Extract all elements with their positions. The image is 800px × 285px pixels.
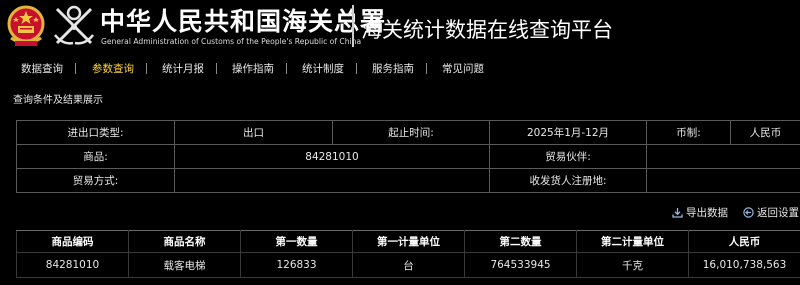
back-arrow-icon <box>743 207 754 218</box>
main-nav: 数据查询 参数查询 统计月报 操作指南 统计制度 服务指南 常见问题 <box>0 58 800 80</box>
trade-mode-value <box>174 168 490 193</box>
cell-first-quantity: 126833 <box>240 252 353 278</box>
download-icon <box>672 208 683 218</box>
cell-first-unit: 台 <box>352 252 465 278</box>
column-header-first-quantity[interactable]: 第一数量 <box>240 230 353 253</box>
cell-commodity-name: 载客电梯 <box>128 252 241 278</box>
nav-separator <box>426 63 427 74</box>
currency-label: 币制: <box>646 120 731 145</box>
cell-rmb-value: 16,010,738,563 <box>688 252 800 278</box>
nav-separator <box>216 63 217 74</box>
nav-item-monthly-report[interactable]: 统计月报 <box>162 61 204 76</box>
nav-separator <box>356 63 357 74</box>
back-to-settings-label: 返回设置 <box>757 207 799 219</box>
trade-partner-value <box>646 144 800 169</box>
criteria-row: 贸易方式: 收发货人注册地: <box>16 168 800 193</box>
results-header-row: 商品编码 商品名称 第一数量 第一计量单位 第二数量 第二计量单位 人民币 <box>16 230 800 253</box>
column-header-commodity-name[interactable]: 商品名称 <box>128 230 241 253</box>
cell-second-unit: 千克 <box>576 252 689 278</box>
period-label: 起止时间: <box>332 120 490 145</box>
trade-type-value: 出口 <box>174 120 333 145</box>
national-emblem-icon <box>7 5 45 46</box>
table-row: 84281010 载客电梯 126833 台 764533945 千克 16,0… <box>16 252 800 278</box>
customs-logo-icon <box>54 5 94 45</box>
nav-separator <box>146 63 147 74</box>
nav-item-operation-guide[interactable]: 操作指南 <box>232 61 274 76</box>
results-table: 商品编码 商品名称 第一数量 第一计量单位 第二数量 第二计量单位 人民币 84… <box>16 230 800 278</box>
trade-type-label: 进出口类型: <box>16 120 175 145</box>
nav-item-data-query[interactable]: 数据查询 <box>21 61 63 76</box>
trade-partner-label: 贸易伙伴: <box>489 144 647 169</box>
back-to-settings-button[interactable]: 返回设置 <box>743 205 799 220</box>
registration-place-value <box>646 168 800 193</box>
cell-second-quantity: 764533945 <box>464 252 577 278</box>
export-data-button[interactable]: 导出数据 <box>672 205 728 220</box>
nav-item-faq[interactable]: 常见问题 <box>442 61 484 76</box>
header-divider <box>352 5 354 47</box>
period-value: 2025年1月-12月 <box>489 120 647 145</box>
column-header-first-unit[interactable]: 第一计量单位 <box>352 230 465 253</box>
column-header-commodity-code[interactable]: 商品编码 <box>16 230 129 253</box>
criteria-row: 商品: 84281010 贸易伙伴: <box>16 144 800 169</box>
org-name-chinese: 中华人民共和国海关总署 <box>100 7 387 36</box>
nav-item-service-guide[interactable]: 服务指南 <box>372 61 414 76</box>
trade-mode-label: 贸易方式: <box>16 168 175 193</box>
column-header-second-unit[interactable]: 第二计量单位 <box>576 230 689 253</box>
org-name-english: General Administration of Customs of the… <box>101 37 362 46</box>
nav-item-parameter-query[interactable]: 参数查询 <box>92 61 134 76</box>
commodity-label: 商品: <box>16 144 175 169</box>
registration-place-label: 收发货人注册地: <box>489 168 647 193</box>
currency-value: 人民币 <box>730 120 800 145</box>
section-label: 查询条件及结果展示 <box>13 95 103 106</box>
cell-commodity-code: 84281010 <box>16 252 129 278</box>
platform-title: 海关统计数据在线查询平台 <box>361 18 613 42</box>
query-criteria-table: 进出口类型: 出口 起止时间: 2025年1月-12月 币制: 人民币 商品: … <box>16 120 800 193</box>
nav-separator <box>75 63 76 74</box>
export-data-label: 导出数据 <box>686 207 728 219</box>
commodity-value: 84281010 <box>174 144 490 169</box>
nav-item-statistics-system[interactable]: 统计制度 <box>302 61 344 76</box>
site-header: 中华人民共和国海关总署 General Administration of Cu… <box>0 0 800 56</box>
column-header-second-quantity[interactable]: 第二数量 <box>464 230 577 253</box>
criteria-row: 进出口类型: 出口 起止时间: 2025年1月-12月 币制: 人民币 <box>16 120 800 145</box>
column-header-rmb-value[interactable]: 人民币 <box>688 230 800 253</box>
nav-separator <box>286 63 287 74</box>
